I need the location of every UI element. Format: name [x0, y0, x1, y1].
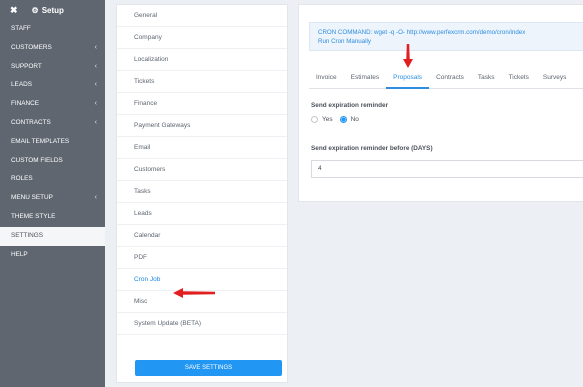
settings-menu-item-customers[interactable]: Customers	[117, 159, 287, 181]
sidebar-item-help[interactable]: HELP	[0, 246, 105, 265]
sidebar-title: Setup	[41, 5, 64, 15]
sidebar-item-contracts[interactable]: CONTRACTS ‹	[0, 114, 105, 133]
radio-yes[interactable]: Yes	[311, 116, 333, 123]
settings-menu-item-leads[interactable]: Leads	[117, 203, 287, 225]
sidebar-item-roles[interactable]: ROLES	[0, 170, 105, 189]
sidebar-menu: STAFF CUSTOMERS ‹ SUPPORT ‹ LEADS ‹ FINANCE ‹ CON…	[0, 20, 105, 264]
admin-sidebar: ✖ ⚙ Setup STAFF CUSTOMERS ‹ SUPPORT ‹ LEADS ‹ F…	[0, 0, 105, 387]
sidebar-item-label: CUSTOMERS	[11, 43, 52, 51]
cron-command-box: CRON COMMAND: wget -q -O- http://www.per…	[309, 22, 583, 51]
chevron-left-icon: ‹	[94, 118, 97, 126]
chevron-left-icon: ‹	[94, 100, 97, 108]
chevron-left-icon: ‹	[94, 62, 97, 70]
settings-menu-item-email[interactable]: Email	[117, 137, 287, 159]
settings-menu-item-payment-gateways[interactable]: Payment Gateways	[117, 115, 287, 137]
sidebar-item-finance[interactable]: FINANCE ‹	[0, 95, 105, 114]
sidebar-item-label: EMAIL TEMPLATES	[11, 137, 70, 145]
sidebar-header: ✖ ⚙ Setup	[0, 0, 105, 20]
sidebar-item-label: ROLES	[11, 175, 33, 183]
sidebar-item-support[interactable]: SUPPORT ‹	[0, 58, 105, 77]
radio-yes-label: Yes	[322, 116, 333, 123]
settings-menu-item-calendar[interactable]: Calendar	[117, 225, 287, 247]
settings-menu-item-general[interactable]: General	[117, 5, 287, 27]
sidebar-item-label: STAFF	[11, 25, 31, 32]
chevron-left-icon: ‹	[94, 194, 97, 202]
cron-settings-panel: CRON COMMAND: wget -q -O- http://www.per…	[298, 4, 583, 202]
sidebar-item-custom-fields[interactable]: CUSTOM FIELDS	[0, 152, 105, 171]
settings-menu-item-finance[interactable]: Finance	[117, 93, 287, 115]
annotation-arrow-down-icon	[403, 44, 413, 68]
sidebar-item-email-templates[interactable]: EMAIL TEMPLATES	[0, 133, 105, 152]
sidebar-item-label: HELP	[11, 250, 28, 258]
chevron-left-icon: ‹	[94, 81, 97, 89]
tab-proposals[interactable]: Proposals	[386, 67, 429, 89]
sidebar-item-label: MENU SETUP	[11, 194, 53, 202]
cron-command-text: CRON COMMAND: wget -q -O- http://www.per…	[318, 29, 526, 36]
reminder-days-input[interactable]: 4	[311, 160, 583, 178]
settings-menu-list: General Company Localization Tickets Finance…	[117, 5, 287, 335]
sidebar-item-label: CONTRACTS	[11, 118, 51, 126]
run-cron-link[interactable]: Run Cron Manually	[318, 37, 583, 46]
sidebar-item-label: LEADS	[11, 81, 32, 89]
settings-menu-item-system-update-beta[interactable]: System Update (BETA)	[117, 313, 287, 335]
sidebar-item-label: SETTINGS	[11, 231, 43, 239]
radio-no[interactable]: No	[339, 116, 359, 123]
expiration-reminder-label: Send expiration reminder	[311, 102, 389, 109]
save-settings-button[interactable]: SAVE SETTINGS	[135, 360, 282, 376]
cron-tabs: Invoice Estimates Proposals Contracts Tasks T…	[309, 67, 583, 89]
settings-menu-item-localization[interactable]: Localization	[117, 49, 287, 71]
chevron-left-icon: ‹	[94, 43, 97, 51]
expiration-reminder-radios: Yes No	[311, 116, 366, 123]
sidebar-item-menu-setup[interactable]: MENU SETUP ‹	[0, 189, 105, 208]
annotation-arrow-left-icon	[173, 288, 215, 298]
settings-menu-panel: General Company Localization Tickets Finance…	[116, 4, 288, 383]
tab-estimates[interactable]: Estimates	[344, 67, 387, 88]
reminder-days-label: Send expiration reminder before (DAYS)	[311, 145, 433, 152]
sidebar-item-label: CUSTOM FIELDS	[11, 156, 63, 164]
settings-menu-item-tickets[interactable]: Tickets	[117, 71, 287, 93]
sidebar-item-label: FINANCE	[11, 100, 40, 108]
sidebar-item-label: THEME STYLE	[11, 212, 56, 220]
close-icon[interactable]: ✖	[10, 5, 18, 16]
gear-icon: ⚙	[31, 5, 39, 15]
sidebar-item-staff[interactable]: STAFF	[0, 20, 105, 39]
tab-tickets[interactable]: Tickets	[502, 67, 536, 88]
tab-contracts[interactable]: Contracts	[429, 67, 471, 88]
radio-no-circle[interactable]	[339, 116, 347, 123]
sidebar-item-customers[interactable]: CUSTOMERS ‹	[0, 39, 105, 58]
tab-invoice[interactable]: Invoice	[309, 67, 344, 88]
radio-no-label: No	[350, 116, 359, 123]
settings-menu-item-tasks[interactable]: Tasks	[117, 181, 287, 203]
tab-surveys[interactable]: Surveys	[536, 67, 573, 88]
sidebar-item-label: SUPPORT	[11, 62, 42, 70]
sidebar-item-leads[interactable]: LEADS ‹	[0, 76, 105, 95]
tab-tasks[interactable]: Tasks	[471, 67, 502, 88]
radio-yes-circle[interactable]	[311, 116, 318, 123]
settings-menu-item-pdf[interactable]: PDF	[117, 247, 287, 269]
settings-menu-item-company[interactable]: Company	[117, 27, 287, 49]
sidebar-item-theme-style[interactable]: THEME STYLE	[0, 208, 105, 227]
sidebar-item-settings[interactable]: SETTINGS	[0, 226, 105, 246]
